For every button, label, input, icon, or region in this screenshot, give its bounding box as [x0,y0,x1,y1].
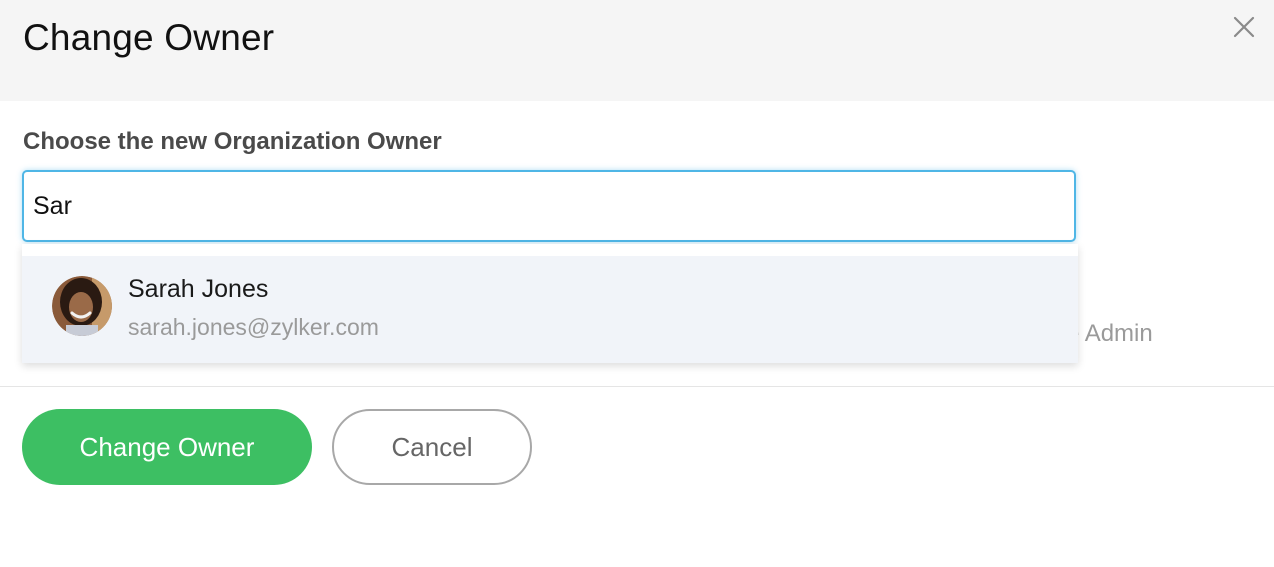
suggestion-name: Sarah Jones [128,275,269,303]
dialog-title: Change Owner [23,17,275,58]
close-icon[interactable] [1229,12,1259,42]
dialog-header: Change Owner [0,0,1274,101]
change-owner-dialog: Change Owner Choose the new Organization… [0,0,1274,567]
change-owner-button[interactable]: Change Owner [22,409,312,485]
avatar [52,276,112,336]
suggestion-item[interactable]: Sarah Jones sarah.jones@zylker.com [22,256,1078,363]
owner-search-input[interactable] [22,170,1076,242]
new-owner-label: Choose the new Organization Owner [23,128,442,155]
footer-divider [0,386,1274,387]
cancel-button[interactable]: Cancel [332,409,532,485]
suggestion-dropdown: Sarah Jones sarah.jones@zylker.com [22,244,1078,363]
suggestion-email: sarah.jones@zylker.com [128,314,379,340]
partially-hidden-role-text: e Admin [1066,320,1153,347]
